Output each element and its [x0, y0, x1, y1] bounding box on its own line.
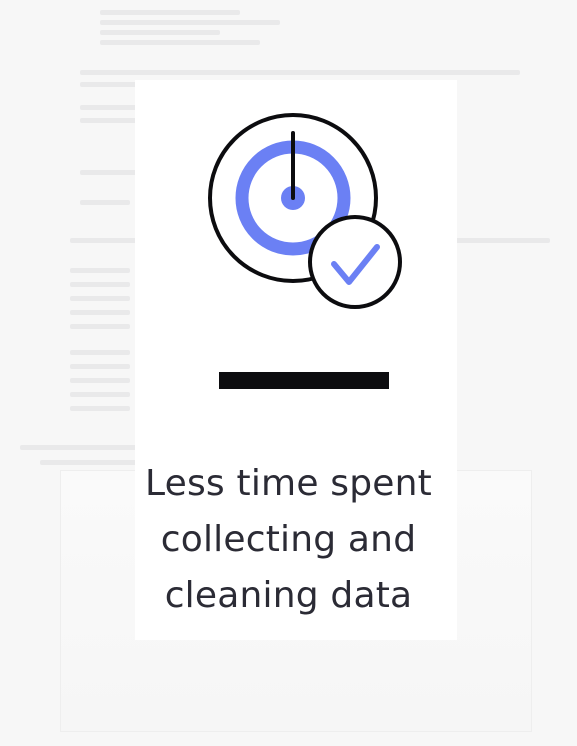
divider-bar	[219, 372, 389, 389]
time-saved-illustration	[208, 113, 402, 309]
headline-line-1: Less time spent	[145, 463, 432, 504]
headline-line-3: cleaning data	[164, 575, 413, 616]
headline-line-2: collecting and	[160, 519, 417, 560]
headline: Less time spent collecting and cleaning …	[120, 456, 457, 624]
checkmark-icon	[308, 215, 402, 309]
